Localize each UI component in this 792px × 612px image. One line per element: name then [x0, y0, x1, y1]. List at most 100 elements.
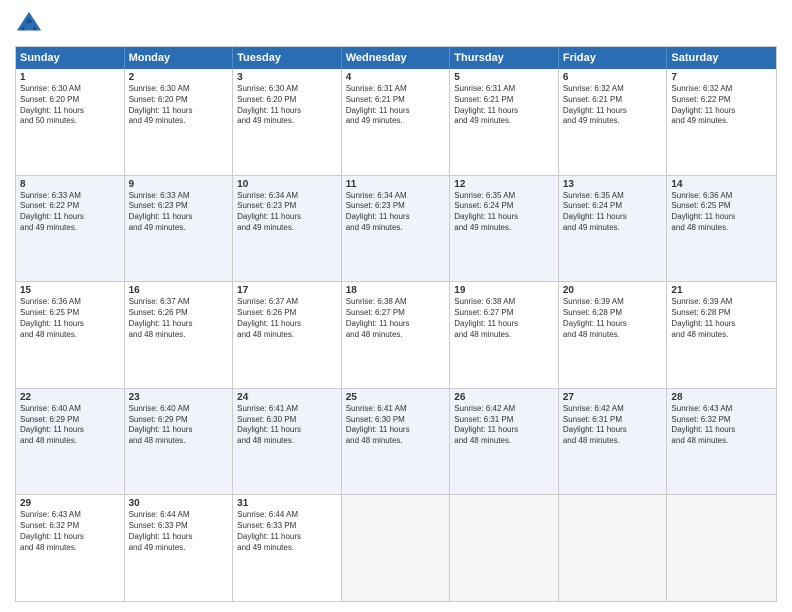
calendar-cell: 3Sunrise: 6:30 AM Sunset: 6:20 PM Daylig…: [233, 69, 342, 175]
calendar-cell: [450, 495, 559, 601]
day-number: 30: [129, 498, 229, 509]
calendar-cell: 20Sunrise: 6:39 AM Sunset: 6:28 PM Dayli…: [559, 282, 668, 388]
day-info: Sunrise: 6:42 AM Sunset: 6:31 PM Dayligh…: [454, 404, 554, 447]
day-number: 9: [129, 179, 229, 190]
calendar-cell: 27Sunrise: 6:42 AM Sunset: 6:31 PM Dayli…: [559, 389, 668, 495]
calendar-cell: 24Sunrise: 6:41 AM Sunset: 6:30 PM Dayli…: [233, 389, 342, 495]
day-number: 3: [237, 72, 337, 83]
day-number: 19: [454, 285, 554, 296]
calendar-cell: 4Sunrise: 6:31 AM Sunset: 6:21 PM Daylig…: [342, 69, 451, 175]
calendar-cell: 29Sunrise: 6:43 AM Sunset: 6:32 PM Dayli…: [16, 495, 125, 601]
day-number: 2: [129, 72, 229, 83]
calendar-row-5: 29Sunrise: 6:43 AM Sunset: 6:32 PM Dayli…: [16, 495, 776, 601]
calendar-row-4: 22Sunrise: 6:40 AM Sunset: 6:29 PM Dayli…: [16, 389, 776, 496]
calendar-cell: 5Sunrise: 6:31 AM Sunset: 6:21 PM Daylig…: [450, 69, 559, 175]
weekday-header-wednesday: Wednesday: [342, 47, 451, 69]
calendar-cell: 1Sunrise: 6:30 AM Sunset: 6:20 PM Daylig…: [16, 69, 125, 175]
calendar-cell: 9Sunrise: 6:33 AM Sunset: 6:23 PM Daylig…: [125, 176, 234, 282]
day-number: 26: [454, 392, 554, 403]
day-number: 15: [20, 285, 120, 296]
day-number: 7: [671, 72, 772, 83]
day-info: Sunrise: 6:39 AM Sunset: 6:28 PM Dayligh…: [563, 297, 663, 340]
day-number: 18: [346, 285, 446, 296]
day-info: Sunrise: 6:32 AM Sunset: 6:21 PM Dayligh…: [563, 84, 663, 127]
calendar-cell: 26Sunrise: 6:42 AM Sunset: 6:31 PM Dayli…: [450, 389, 559, 495]
day-info: Sunrise: 6:34 AM Sunset: 6:23 PM Dayligh…: [346, 191, 446, 234]
day-number: 5: [454, 72, 554, 83]
day-number: 16: [129, 285, 229, 296]
calendar-cell: 18Sunrise: 6:38 AM Sunset: 6:27 PM Dayli…: [342, 282, 451, 388]
weekday-header-friday: Friday: [559, 47, 668, 69]
calendar: SundayMondayTuesdayWednesdayThursdayFrid…: [15, 46, 777, 602]
day-info: Sunrise: 6:31 AM Sunset: 6:21 PM Dayligh…: [346, 84, 446, 127]
calendar-cell: 12Sunrise: 6:35 AM Sunset: 6:24 PM Dayli…: [450, 176, 559, 282]
day-number: 12: [454, 179, 554, 190]
day-info: Sunrise: 6:34 AM Sunset: 6:23 PM Dayligh…: [237, 191, 337, 234]
calendar-cell: 15Sunrise: 6:36 AM Sunset: 6:25 PM Dayli…: [16, 282, 125, 388]
calendar-cell: 7Sunrise: 6:32 AM Sunset: 6:22 PM Daylig…: [667, 69, 776, 175]
calendar-cell: 16Sunrise: 6:37 AM Sunset: 6:26 PM Dayli…: [125, 282, 234, 388]
day-number: 22: [20, 392, 120, 403]
calendar-cell: 6Sunrise: 6:32 AM Sunset: 6:21 PM Daylig…: [559, 69, 668, 175]
day-number: 24: [237, 392, 337, 403]
calendar-cell: 2Sunrise: 6:30 AM Sunset: 6:20 PM Daylig…: [125, 69, 234, 175]
day-number: 28: [671, 392, 772, 403]
day-info: Sunrise: 6:33 AM Sunset: 6:22 PM Dayligh…: [20, 191, 120, 234]
day-info: Sunrise: 6:37 AM Sunset: 6:26 PM Dayligh…: [129, 297, 229, 340]
day-number: 17: [237, 285, 337, 296]
day-info: Sunrise: 6:42 AM Sunset: 6:31 PM Dayligh…: [563, 404, 663, 447]
calendar-cell: 30Sunrise: 6:44 AM Sunset: 6:33 PM Dayli…: [125, 495, 234, 601]
day-info: Sunrise: 6:35 AM Sunset: 6:24 PM Dayligh…: [454, 191, 554, 234]
weekday-header-thursday: Thursday: [450, 47, 559, 69]
day-number: 31: [237, 498, 337, 509]
calendar-row-1: 1Sunrise: 6:30 AM Sunset: 6:20 PM Daylig…: [16, 69, 776, 176]
day-info: Sunrise: 6:44 AM Sunset: 6:33 PM Dayligh…: [129, 510, 229, 553]
day-number: 29: [20, 498, 120, 509]
day-info: Sunrise: 6:31 AM Sunset: 6:21 PM Dayligh…: [454, 84, 554, 127]
day-number: 27: [563, 392, 663, 403]
day-number: 14: [671, 179, 772, 190]
calendar-cell: 28Sunrise: 6:43 AM Sunset: 6:32 PM Dayli…: [667, 389, 776, 495]
weekday-header-tuesday: Tuesday: [233, 47, 342, 69]
calendar-cell: 14Sunrise: 6:36 AM Sunset: 6:25 PM Dayli…: [667, 176, 776, 282]
day-number: 4: [346, 72, 446, 83]
calendar-cell: 31Sunrise: 6:44 AM Sunset: 6:33 PM Dayli…: [233, 495, 342, 601]
calendar-cell: 10Sunrise: 6:34 AM Sunset: 6:23 PM Dayli…: [233, 176, 342, 282]
day-number: 1: [20, 72, 120, 83]
header: [15, 10, 777, 38]
day-info: Sunrise: 6:37 AM Sunset: 6:26 PM Dayligh…: [237, 297, 337, 340]
calendar-cell: 11Sunrise: 6:34 AM Sunset: 6:23 PM Dayli…: [342, 176, 451, 282]
weekday-header-saturday: Saturday: [667, 47, 776, 69]
calendar-cell: 13Sunrise: 6:35 AM Sunset: 6:24 PM Dayli…: [559, 176, 668, 282]
day-info: Sunrise: 6:43 AM Sunset: 6:32 PM Dayligh…: [20, 510, 120, 553]
day-info: Sunrise: 6:41 AM Sunset: 6:30 PM Dayligh…: [346, 404, 446, 447]
day-number: 13: [563, 179, 663, 190]
day-info: Sunrise: 6:30 AM Sunset: 6:20 PM Dayligh…: [20, 84, 120, 127]
day-number: 21: [671, 285, 772, 296]
logo: [15, 10, 47, 38]
calendar-cell: [342, 495, 451, 601]
calendar-cell: 21Sunrise: 6:39 AM Sunset: 6:28 PM Dayli…: [667, 282, 776, 388]
day-info: Sunrise: 6:40 AM Sunset: 6:29 PM Dayligh…: [129, 404, 229, 447]
page: SundayMondayTuesdayWednesdayThursdayFrid…: [0, 0, 792, 612]
calendar-cell: 25Sunrise: 6:41 AM Sunset: 6:30 PM Dayli…: [342, 389, 451, 495]
calendar-row-3: 15Sunrise: 6:36 AM Sunset: 6:25 PM Dayli…: [16, 282, 776, 389]
day-number: 10: [237, 179, 337, 190]
logo-icon: [15, 10, 43, 38]
calendar-cell: 23Sunrise: 6:40 AM Sunset: 6:29 PM Dayli…: [125, 389, 234, 495]
day-info: Sunrise: 6:32 AM Sunset: 6:22 PM Dayligh…: [671, 84, 772, 127]
day-info: Sunrise: 6:36 AM Sunset: 6:25 PM Dayligh…: [20, 297, 120, 340]
calendar-cell: [667, 495, 776, 601]
day-info: Sunrise: 6:38 AM Sunset: 6:27 PM Dayligh…: [454, 297, 554, 340]
calendar-cell: [559, 495, 668, 601]
day-info: Sunrise: 6:40 AM Sunset: 6:29 PM Dayligh…: [20, 404, 120, 447]
calendar-cell: 19Sunrise: 6:38 AM Sunset: 6:27 PM Dayli…: [450, 282, 559, 388]
calendar-cell: 8Sunrise: 6:33 AM Sunset: 6:22 PM Daylig…: [16, 176, 125, 282]
day-info: Sunrise: 6:30 AM Sunset: 6:20 PM Dayligh…: [237, 84, 337, 127]
day-info: Sunrise: 6:33 AM Sunset: 6:23 PM Dayligh…: [129, 191, 229, 234]
day-number: 20: [563, 285, 663, 296]
weekday-header-sunday: Sunday: [16, 47, 125, 69]
day-info: Sunrise: 6:43 AM Sunset: 6:32 PM Dayligh…: [671, 404, 772, 447]
weekday-header-monday: Monday: [125, 47, 234, 69]
day-info: Sunrise: 6:36 AM Sunset: 6:25 PM Dayligh…: [671, 191, 772, 234]
